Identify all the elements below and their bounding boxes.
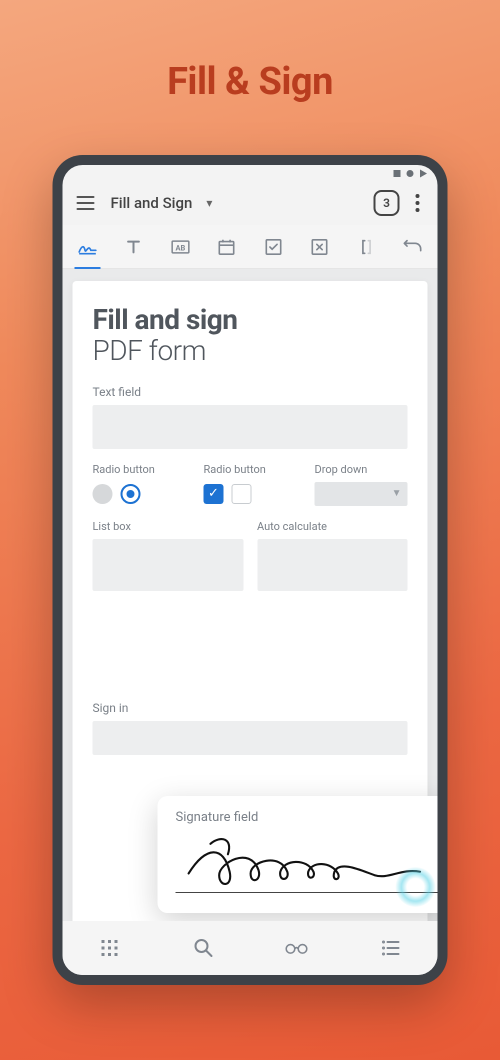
kebab-menu-icon[interactable] xyxy=(408,190,428,216)
autocalc-input[interactable] xyxy=(257,539,408,591)
bracket-tool[interactable] xyxy=(349,230,383,264)
touch-ripple-icon xyxy=(396,867,436,907)
autocalc-label: Auto calculate xyxy=(257,520,408,533)
dropdown-label: Drop down xyxy=(315,463,408,476)
hamburger-icon[interactable] xyxy=(73,192,99,214)
checkbox-unchecked[interactable] xyxy=(232,484,252,504)
listbox-label: List box xyxy=(93,520,244,533)
signature-card-label: Signature field xyxy=(176,810,438,825)
promo-title: Fill & Sign xyxy=(0,60,500,104)
phone-frame: Fill and Sign ▾ 3 AB xyxy=(53,155,448,985)
status-bar xyxy=(63,165,438,181)
title-bar: Fill and Sign ▾ 3 xyxy=(63,181,438,225)
dropdown-input[interactable]: ▼ xyxy=(315,482,408,506)
undo-tool[interactable] xyxy=(395,230,429,264)
phone-screen: Fill and Sign ▾ 3 AB xyxy=(63,165,438,975)
glasses-icon[interactable] xyxy=(283,934,311,962)
sign-in-field[interactable] xyxy=(93,721,408,755)
radio1-label: Radio button xyxy=(93,463,186,476)
text-field-label: Text field xyxy=(93,385,408,399)
radio-option-off[interactable] xyxy=(93,484,113,504)
tool-bar: AB xyxy=(63,225,438,269)
outline-list-icon[interactable] xyxy=(377,934,405,962)
signature-card: Signature field xyxy=(158,796,438,913)
signature-canvas[interactable] xyxy=(176,833,438,893)
status-circle-icon xyxy=(407,170,414,177)
chevron-down-icon[interactable]: ▾ xyxy=(206,196,212,210)
checkbox-checked[interactable]: ✓ xyxy=(204,484,224,504)
search-icon[interactable] xyxy=(189,934,217,962)
title-label[interactable]: Fill and Sign xyxy=(111,194,193,212)
radio2-label: Radio button xyxy=(204,463,297,476)
radio-option-on[interactable] xyxy=(121,484,141,504)
date-tool[interactable] xyxy=(210,230,244,264)
checkbox-tool[interactable] xyxy=(256,230,290,264)
text-box-tool[interactable]: AB xyxy=(163,230,197,264)
grid-view-icon[interactable] xyxy=(95,934,123,962)
heading-bold: Fill and sign xyxy=(93,303,238,336)
svg-text:AB: AB xyxy=(175,243,185,252)
sign-in-label: Sign in xyxy=(93,701,408,715)
x-box-tool[interactable] xyxy=(303,230,337,264)
status-triangle-icon xyxy=(420,169,427,177)
document-area: Fill and sign PDF form Text field Radio … xyxy=(63,269,438,921)
page-heading: Fill and sign PDF form xyxy=(93,305,408,367)
text-tool[interactable] xyxy=(117,230,151,264)
tabs-badge[interactable]: 3 xyxy=(374,190,400,216)
text-field-input[interactable] xyxy=(93,405,408,449)
bottom-nav xyxy=(63,921,438,975)
signature-tool[interactable] xyxy=(71,230,105,264)
heading-thin: PDF form xyxy=(93,336,408,367)
listbox-input[interactable] xyxy=(93,539,244,591)
status-square-icon xyxy=(394,170,401,177)
